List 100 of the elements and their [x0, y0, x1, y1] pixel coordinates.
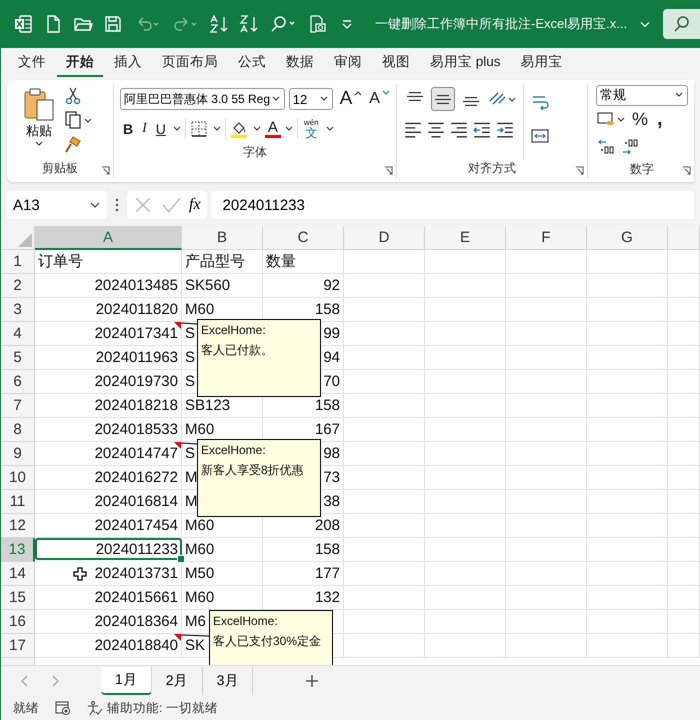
cell-text: 92 [323, 277, 340, 294]
group-label: 对齐方式 [468, 160, 516, 177]
cell-text: M60 [185, 301, 214, 318]
accessibility-status[interactable]: 辅助功能: 一切就绪 [107, 700, 218, 716]
cell-text: M60 [185, 589, 214, 606]
italic-button[interactable]: I [139, 121, 150, 137]
cell-text: 2024017454 [94, 517, 178, 534]
row-header[interactable]: 10 [1, 466, 35, 490]
menu-tab[interactable]: 易用宝 [512, 49, 572, 77]
decrease-font-size-button[interactable]: A [366, 90, 383, 108]
column-header[interactable]: E [425, 226, 506, 250]
cell-text: M [185, 469, 198, 486]
row-header[interactable]: 11 [1, 490, 35, 514]
cell-text: 167 [314, 421, 340, 438]
row-header[interactable]: 16 [1, 610, 35, 634]
menu-tab[interactable]: 公式 [229, 49, 275, 77]
menu-tab[interactable]: 数据 [277, 49, 323, 77]
cell-text: S [185, 325, 196, 342]
cell-text: 94 [323, 349, 340, 366]
cell-text: 2024011233 [96, 540, 178, 558]
row-header[interactable]: 3 [1, 298, 35, 322]
cell-text: 2024011963 [96, 349, 178, 366]
cell-text: M60 [185, 541, 214, 558]
row-header[interactable]: 17 [1, 634, 35, 658]
cell-text: 2024018533 [94, 421, 178, 438]
sheet-tab[interactable]: 1月 [101, 667, 152, 695]
group-label: 字体 [242, 144, 267, 161]
cell-text: 38 [323, 493, 340, 510]
name-box[interactable]: A13 [7, 191, 107, 219]
cell-text: 2024019730 [94, 373, 178, 390]
column-header[interactable]: C [263, 226, 344, 250]
font-color-button[interactable]: A [264, 120, 281, 138]
cell-text: 208 [314, 517, 340, 534]
menu-tab[interactable]: 文件 [9, 49, 55, 77]
number-format-dropdown[interactable]: 常规 [596, 85, 688, 106]
menu-tab[interactable]: 页面布局 [153, 49, 227, 77]
cell-text: 2024014747 [94, 445, 178, 462]
phonetic-guide-button[interactable]: wén 文 [300, 119, 322, 139]
menu-tab[interactable]: 易用宝 plus [421, 49, 510, 77]
cell-text: 产品型号 [185, 252, 245, 271]
cell-text: 2024011820 [96, 301, 178, 318]
cell-text: 2024015661 [94, 589, 178, 606]
column-header[interactable]: G [587, 226, 668, 250]
cell-text: SK560 [185, 277, 230, 294]
cell-text: 73 [323, 469, 340, 486]
cell-text: 2024013731 [94, 565, 178, 582]
column-header[interactable]: B [182, 226, 263, 250]
sheet-tab[interactable]: 3月 [202, 667, 254, 695]
row-header[interactable]: 2 [1, 274, 35, 298]
comment-text: 客人已付款。 [201, 342, 273, 359]
paste-button[interactable]: 粘贴 [23, 84, 55, 160]
window-title: 一键删除工作簿中所有批注-Excel易用宝.x... [375, 15, 628, 33]
underline-button[interactable]: U [152, 121, 169, 137]
row-header[interactable]: 7 [1, 394, 35, 418]
row-header[interactable]: 15 [1, 586, 35, 610]
row-header[interactable]: 6 [1, 370, 35, 394]
cell-text: 2024018840 [94, 637, 178, 654]
font-size-dropdown[interactable]: 12 [288, 88, 333, 110]
comment-author: ExcelHome: [213, 613, 278, 630]
increase-font-size-button[interactable]: A [336, 88, 356, 110]
cell-text: 158 [314, 541, 340, 558]
cell-text: 98 [323, 445, 340, 462]
cell-text: 订单号 [38, 252, 83, 271]
column-header[interactable]: D [344, 226, 425, 250]
row-header[interactable]: 9 [1, 442, 35, 466]
menu-tab[interactable]: 开始 [57, 49, 103, 77]
column-header[interactable]: F [506, 226, 587, 250]
row-header[interactable]: 5 [1, 346, 35, 370]
cell-text: 158 [314, 397, 340, 414]
cell-text: 2024018218 [94, 397, 178, 414]
comment-text: 客人已支付30%定金 [213, 633, 322, 650]
sheet-tab[interactable]: 2月 [152, 667, 203, 695]
cell-text: M50 [185, 565, 214, 582]
percent-style-button[interactable]: % [629, 108, 652, 130]
cell-text: M6 [185, 613, 206, 630]
row-header[interactable]: 8 [1, 418, 35, 442]
group-label: 剪贴板 [42, 160, 78, 177]
cell-text: 2024018364 [94, 613, 178, 630]
cell-text: 70 [323, 373, 340, 390]
menu-tab[interactable]: 审阅 [325, 49, 371, 77]
row-header[interactable]: 4 [1, 322, 35, 346]
formula-input[interactable]: 2024011233 [210, 191, 694, 219]
cell-text: M60 [185, 421, 214, 438]
menu-tab[interactable]: 插入 [105, 49, 151, 77]
row-header[interactable]: 14 [1, 562, 35, 586]
cell-text: SB123 [185, 397, 230, 414]
comment-text: 新客人享受8折优惠 [201, 462, 304, 479]
comma-style-button[interactable]: , [654, 108, 666, 131]
bold-button[interactable]: B [120, 121, 136, 137]
cell-text: M [185, 493, 198, 510]
menu-tab[interactable]: 视图 [373, 49, 419, 77]
cell-text: M60 [185, 517, 214, 534]
cell-text: 2024017341 [94, 325, 178, 342]
cell-text: 2024013485 [94, 277, 178, 294]
row-header[interactable]: 12 [1, 514, 35, 538]
font-name-dropdown[interactable]: 阿里巴巴普惠体 3.0 55 Reg [120, 88, 285, 110]
insert-function-button[interactable]: fx [189, 196, 201, 214]
comment-author: ExcelHome: [201, 442, 266, 459]
row-header[interactable]: 1 [1, 250, 35, 274]
cell-text: 2024016814 [94, 493, 178, 510]
